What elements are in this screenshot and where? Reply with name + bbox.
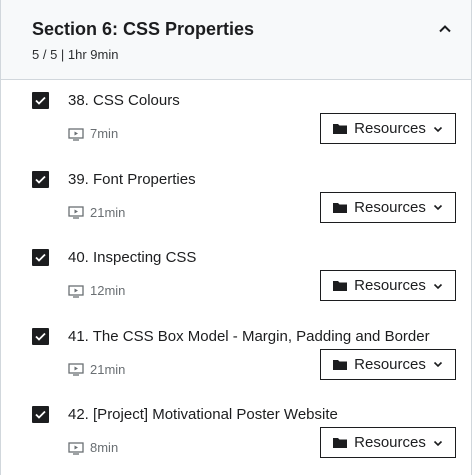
check-icon [35, 253, 46, 262]
lecture-item[interactable]: 39. Font Properties 21min Resources [1, 159, 471, 238]
lecture-duration: 8min [68, 440, 118, 456]
resources-dropdown-button[interactable]: Resources [320, 427, 456, 458]
completed-checkbox[interactable] [32, 92, 49, 109]
resources-label: Resources [354, 355, 426, 373]
lecture-title[interactable]: 39. Font Properties [68, 170, 196, 189]
lecture-title[interactable]: 38. CSS Colours [68, 91, 180, 110]
duration-text: 7min [90, 126, 119, 141]
lecture-item[interactable]: 38. CSS Colours 7min Resources [1, 80, 471, 159]
check-icon [35, 410, 46, 419]
section-title: Section 6: CSS Properties [32, 19, 255, 39]
duration-text: 8min [90, 440, 119, 455]
video-play-icon [68, 206, 84, 219]
chevron-down-icon [433, 204, 442, 211]
lecture-title[interactable]: 40. Inspecting CSS [68, 248, 196, 267]
section-progress-meta: 5 / 5 | 1hr 9min [32, 47, 119, 62]
folder-icon [333, 359, 348, 370]
lecture-duration: 7min [68, 126, 118, 142]
lecture-item[interactable]: 42. [Project] Motivational Poster Websit… [1, 394, 471, 473]
resources-dropdown-button[interactable]: Resources [320, 270, 456, 301]
lecture-list: 38. CSS Colours 7min Resources 39. Font … [1, 80, 471, 473]
resources-dropdown-button[interactable]: Resources [320, 113, 456, 144]
chevron-down-icon [433, 283, 442, 289]
section-header[interactable]: Section 6: CSS Properties 5 / 5 | 1hr 9m… [1, 0, 471, 80]
lecture-duration: 12min [68, 283, 125, 299]
lecture-title[interactable]: 41. The CSS Box Model - Margin, Padding … [68, 327, 430, 346]
folder-icon [333, 124, 348, 134]
duration-text: 12min [90, 283, 126, 298]
folder-icon [333, 438, 348, 448]
chevron-down-icon [433, 440, 442, 446]
lecture-item[interactable]: 40. Inspecting CSS 12min Resources [1, 237, 471, 316]
video-play-icon [68, 127, 84, 141]
chevron-down-icon [433, 361, 442, 368]
check-icon [35, 175, 46, 184]
resources-label: Resources [354, 198, 426, 216]
lecture-item[interactable]: 41. The CSS Box Model - Margin, Padding … [1, 316, 471, 395]
completed-checkbox[interactable] [32, 249, 49, 266]
resources-label: Resources [354, 434, 426, 451]
completed-checkbox[interactable] [32, 170, 49, 188]
course-content-panel: Section 6: CSS Properties 5 / 5 | 1hr 9m… [0, 0, 472, 475]
chevron-up-icon[interactable] [437, 21, 453, 37]
resources-label: Resources [354, 120, 426, 137]
duration-text: 21min [90, 361, 126, 377]
check-icon [35, 332, 46, 341]
lecture-title[interactable]: 42. [Project] Motivational Poster Websit… [68, 405, 338, 424]
video-play-icon [68, 363, 84, 376]
completed-checkbox[interactable] [32, 327, 49, 345]
check-icon [35, 96, 46, 105]
lecture-duration: 21min [68, 205, 125, 221]
chevron-down-icon [433, 126, 442, 132]
folder-icon [333, 281, 348, 291]
completed-checkbox[interactable] [32, 406, 49, 423]
resources-dropdown-button[interactable]: Resources [320, 348, 456, 380]
resources-dropdown-button[interactable]: Resources [320, 191, 456, 223]
folder-icon [333, 202, 348, 213]
video-play-icon [68, 284, 84, 298]
resources-label: Resources [354, 277, 426, 294]
lecture-duration: 21min [68, 362, 125, 378]
video-play-icon [68, 441, 84, 455]
duration-text: 21min [90, 204, 126, 220]
